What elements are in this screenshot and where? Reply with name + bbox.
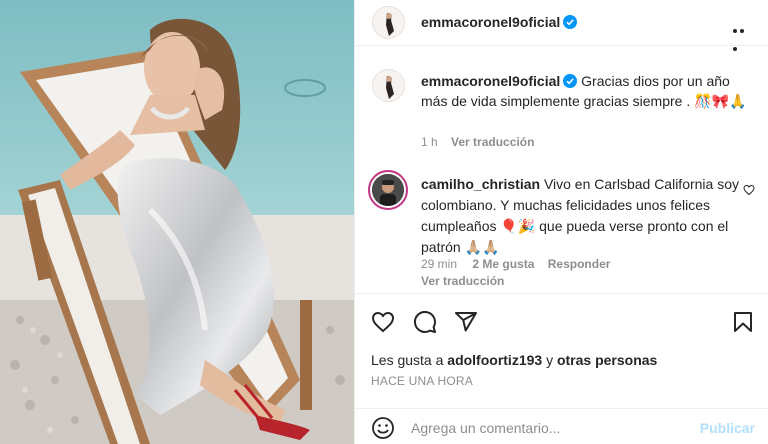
commenter-avatar[interactable] (368, 170, 408, 210)
likes-summary: Les gusta a adolfoortiz193 y otras perso… (371, 352, 657, 368)
caption-view-translation[interactable]: Ver traducción (451, 135, 534, 149)
comment-icon[interactable] (413, 310, 437, 334)
caption-meta: 1 h Ver traducción (421, 135, 534, 149)
bookmark-icon[interactable] (731, 310, 755, 334)
post-actions: Les gusta a adolfoortiz193 y otras perso… (355, 293, 768, 403)
post-details-panel: emmacoronel9oficial emmacoronel9oficial … (354, 0, 768, 444)
more-options-icon[interactable] (733, 20, 753, 51)
publish-button[interactable]: Publicar (700, 420, 755, 436)
verified-badge-icon (563, 15, 578, 29)
likes-user-link[interactable]: adolfoortiz193 (447, 352, 542, 368)
author-username[interactable]: emmacoronel9oficial (421, 14, 578, 30)
comment-meta: 29 min 2 Me gusta Responder (421, 257, 610, 271)
caption-text: emmacoronel9oficial Gracias dios por un … (421, 71, 751, 111)
comment-reply-button[interactable]: Responder (548, 257, 611, 271)
likes-middle: y (542, 352, 557, 368)
likes-others-link[interactable]: otras personas (557, 352, 657, 368)
comment-time[interactable]: 29 min (421, 257, 457, 271)
caption-time[interactable]: 1 h (421, 135, 438, 149)
post-timestamp[interactable]: HACE UNA HORA (371, 374, 473, 388)
author-avatar[interactable] (372, 6, 405, 39)
add-comment-bar: Publicar (355, 408, 768, 444)
post-photo[interactable] (0, 0, 354, 444)
comment-likes[interactable]: 2 Me gusta (472, 257, 534, 271)
emoji-icon[interactable] (371, 416, 395, 440)
comment-input[interactable] (411, 417, 681, 439)
post-header: emmacoronel9oficial (355, 0, 768, 51)
comment-like-icon[interactable] (743, 184, 755, 196)
comment-view-translation[interactable]: Ver traducción (421, 274, 504, 288)
commenter-username[interactable]: camilho_christian (421, 176, 540, 192)
comments-section: emmacoronel9oficial Gracias dios por un … (355, 47, 768, 293)
caption-author-avatar[interactable] (372, 69, 405, 102)
caption-author-username[interactable]: emmacoronel9oficial (421, 73, 578, 89)
verified-badge-icon (563, 74, 578, 88)
share-icon[interactable] (454, 310, 478, 334)
likes-prefix: Les gusta a (371, 352, 448, 368)
heart-icon[interactable] (371, 310, 395, 334)
comment-text: camilho_christian Vivo en Carlsbad Calif… (421, 174, 741, 258)
